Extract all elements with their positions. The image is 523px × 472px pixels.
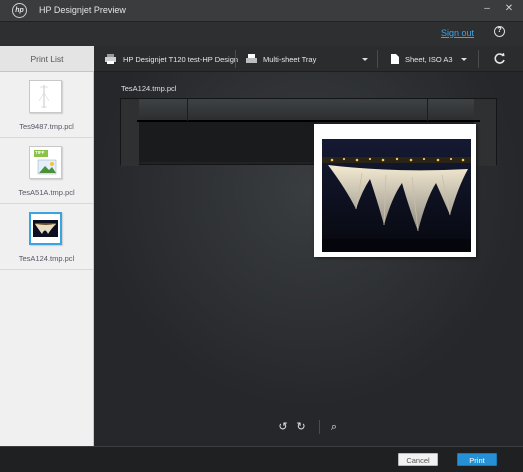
- printer-name: HP Designjet T120 test-HP Design: [123, 54, 239, 64]
- list-item[interactable]: Tes9487.tmp.pcl: [0, 72, 93, 138]
- preview-file-name: TesA124.tmp.pcl: [121, 84, 177, 93]
- document-thumbnail-icon: [29, 80, 62, 113]
- footer-bar: [0, 446, 523, 472]
- title-bar: hp HP Designjet Preview – ✕: [0, 0, 523, 22]
- app-title: HP Designjet Preview: [39, 5, 126, 15]
- cancel-button[interactable]: Cancel: [398, 453, 438, 466]
- list-item[interactable]: TIFF TesA51A.tmp.pcl: [0, 138, 93, 204]
- refresh-icon[interactable]: [493, 52, 506, 65]
- paper-preview: [314, 124, 476, 257]
- tiff-image-thumbnail-icon: TIFF: [29, 146, 62, 179]
- paper-sheet-icon: [391, 54, 399, 64]
- controls-divider: [319, 420, 320, 434]
- list-item-name: TesA124.tmp.pcl: [18, 254, 75, 263]
- list-item-selected[interactable]: TesA124.tmp.pcl: [0, 204, 93, 270]
- printer-slot: [139, 122, 317, 162]
- paper-label: Sheet, ISO A3: [405, 54, 453, 64]
- photo-thumbnail-icon: [29, 212, 62, 245]
- tiff-badge: TIFF: [35, 150, 45, 155]
- print-button[interactable]: Print: [457, 453, 497, 466]
- list-item-name: TesA51A.tmp.pcl: [18, 188, 75, 197]
- print-list-title: Print List: [0, 46, 94, 72]
- printer-left-cap: [121, 99, 139, 166]
- close-button[interactable]: ✕: [503, 3, 515, 15]
- paper-dropdown-arrow-icon[interactable]: [461, 58, 467, 61]
- toolbar: HP Designjet T120 test-HP Design Multi-s…: [94, 46, 523, 72]
- preview-controls: [94, 410, 523, 446]
- rotate-right-icon[interactable]: ↻: [294, 420, 308, 434]
- toolbar-divider: [235, 50, 236, 68]
- printer-selector[interactable]: HP Designjet T120 test-HP Design: [104, 51, 238, 67]
- zoom-icon[interactable]: ⌕: [327, 420, 341, 434]
- tray-label: Multi-sheet Tray: [263, 54, 317, 64]
- printer-seam: [187, 99, 188, 121]
- preview-photo: [322, 139, 471, 252]
- minimize-button[interactable]: –: [481, 3, 493, 15]
- list-item-name: Tes9487.tmp.pcl: [19, 122, 74, 131]
- paper-dropdown[interactable]: Sheet, ISO A3: [391, 51, 453, 67]
- toolbar-divider: [478, 50, 479, 68]
- printer-top: [121, 99, 496, 121]
- hp-logo: hp: [12, 3, 27, 18]
- header-left: [0, 22, 94, 46]
- tray-dropdown[interactable]: Multi-sheet Tray: [246, 51, 316, 67]
- printer-icon: [105, 54, 116, 64]
- printer-right-cap: [474, 99, 496, 166]
- help-icon[interactable]: ?: [494, 26, 505, 37]
- rotate-left-icon[interactable]: ↺: [276, 420, 290, 434]
- sign-out-link[interactable]: Sign out: [441, 28, 474, 38]
- printer-seam: [427, 99, 428, 121]
- tray-icon: [246, 54, 257, 63]
- tray-dropdown-arrow-icon[interactable]: [362, 58, 368, 61]
- print-list: Tes9487.tmp.pcl TIFF TesA51A.tmp.pcl Tes…: [0, 72, 94, 446]
- toolbar-divider: [377, 50, 378, 68]
